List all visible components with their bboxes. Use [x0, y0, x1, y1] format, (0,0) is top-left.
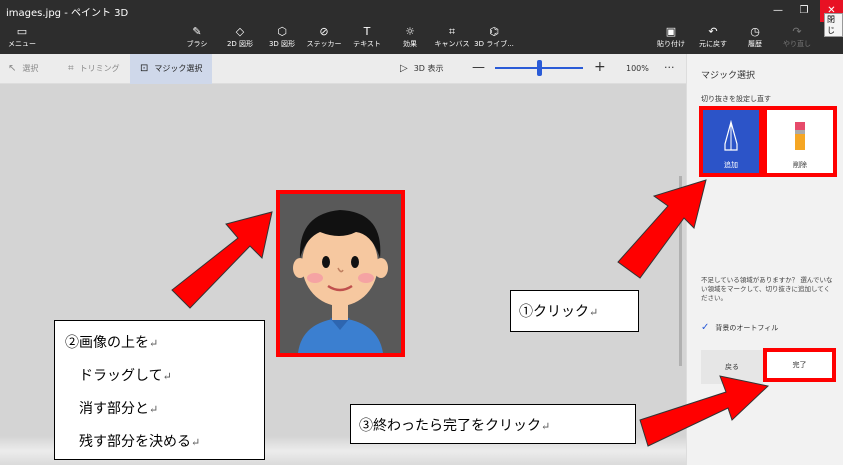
minimize-button[interactable]: —: [765, 0, 791, 22]
tool-sticker[interactable]: ⊘ ステッカー: [302, 22, 346, 54]
tool-effects[interactable]: ☼ 効果: [388, 22, 432, 54]
magic-select-panel: マジック選択 切り抜きを設定し直す 追加 削除 不足している領域がありますか？ …: [686, 54, 843, 465]
zoom-in-button[interactable]: +: [594, 59, 606, 75]
cursor-icon: ↖: [8, 63, 17, 74]
magic-select-icon: ⊡: [140, 63, 149, 74]
window-title: images.jpg - ペイント 3D: [6, 8, 129, 19]
tool-canvas[interactable]: ⌗ キャンバス: [430, 22, 474, 54]
title-bar: images.jpg - ペイント 3D — ❐ ✕: [0, 0, 843, 22]
pen-add-icon: [724, 120, 738, 151]
folder-icon: ▭: [16, 25, 28, 38]
redo-icon: ↷: [792, 25, 802, 38]
history-icon: ◷: [750, 25, 760, 38]
view-3d-icon: ▷: [400, 63, 408, 74]
step2-callout: ②画像の上を↵ ドラッグして↵ 消す部分と↵ 残す部分を決める↵: [54, 320, 265, 460]
autofill-checkbox[interactable]: ✓ 背景のオートフィル: [701, 322, 778, 333]
tool-2d-shapes[interactable]: ◇ 2D 図形: [218, 22, 262, 54]
tool-brush[interactable]: ✎ ブラシ: [175, 22, 219, 54]
crop-icon: ⌗: [68, 63, 74, 74]
undo-button[interactable]: ↶ 元に戻す: [691, 22, 735, 54]
done-button[interactable]: 完了: [763, 348, 836, 382]
library-3d-icon: ⌬: [489, 25, 499, 38]
zoom-value: 100%: [626, 64, 649, 73]
more-options-button[interactable]: ···: [664, 54, 675, 82]
tool-3d-shapes[interactable]: ⬡ 3D 図形: [260, 22, 304, 54]
shapes-2d-icon: ◇: [235, 25, 245, 38]
clipboard-icon: ▣: [665, 25, 677, 38]
zoom-out-button[interactable]: —: [472, 60, 485, 75]
shapes-3d-icon: ⬡: [277, 25, 287, 38]
menu-button[interactable]: ▭ メニュー: [0, 22, 44, 54]
step1-callout: ①クリック↵: [510, 290, 639, 332]
return-mark: ↵: [589, 306, 599, 319]
ribbon: ▭ メニュー ✎ ブラシ ◇ 2D 図形 ⬡ 3D 図形 ⊘ ステッカー T テ…: [0, 22, 843, 54]
effects-icon: ☼: [405, 25, 415, 38]
tool-text[interactable]: T テキスト: [345, 22, 389, 54]
back-button[interactable]: 戻る: [701, 350, 763, 384]
remove-button[interactable]: 削除: [763, 106, 837, 177]
person-illustration: [280, 194, 401, 353]
panel-title: マジック選択: [701, 71, 756, 81]
text-icon: T: [363, 25, 371, 38]
eraser-remove-icon: [795, 122, 805, 150]
magic-select-tool[interactable]: ⊡ マジック選択: [130, 54, 212, 84]
canvas-icon: ⌗: [448, 25, 456, 38]
add-button[interactable]: 追加: [699, 106, 763, 177]
vertical-scrollbar[interactable]: [679, 176, 682, 366]
select-tool[interactable]: ↖ 選択: [8, 54, 38, 84]
close-tooltip: 閉じ: [824, 13, 843, 37]
undo-icon: ↶: [708, 25, 718, 38]
canvas-image[interactable]: [276, 190, 405, 357]
tool-3d-library[interactable]: ⌬ 3D ライブ...: [472, 22, 516, 54]
panel-note: 不足している領域がありますか？ 選んでいない領域をマークして、切り抜きに追加して…: [701, 276, 833, 302]
panel-subtitle: 切り抜きを設定し直す: [701, 95, 771, 103]
redo-button[interactable]: ↷ やり直し: [775, 22, 819, 54]
paste-button[interactable]: ▣ 貼り付け: [649, 22, 693, 54]
maximize-button[interactable]: ❐: [791, 0, 817, 22]
history-button[interactable]: ◷ 履歴: [733, 22, 777, 54]
crop-tool[interactable]: ⌗ トリミング: [68, 54, 120, 84]
sticker-icon: ⊘: [319, 25, 329, 38]
zoom-slider-thumb[interactable]: [537, 60, 542, 76]
step3-callout: ③終わったら完了をクリック↵: [350, 404, 636, 444]
check-icon: ✓: [701, 322, 710, 333]
brush-icon: ✎: [192, 25, 202, 38]
view-3d-button[interactable]: ▷ 3D 表示: [400, 54, 444, 84]
tool-options-bar: ↖ 選択 ⌗ トリミング ⊡ マジック選択 ▷ 3D 表示 — + 100% ···: [0, 54, 686, 84]
